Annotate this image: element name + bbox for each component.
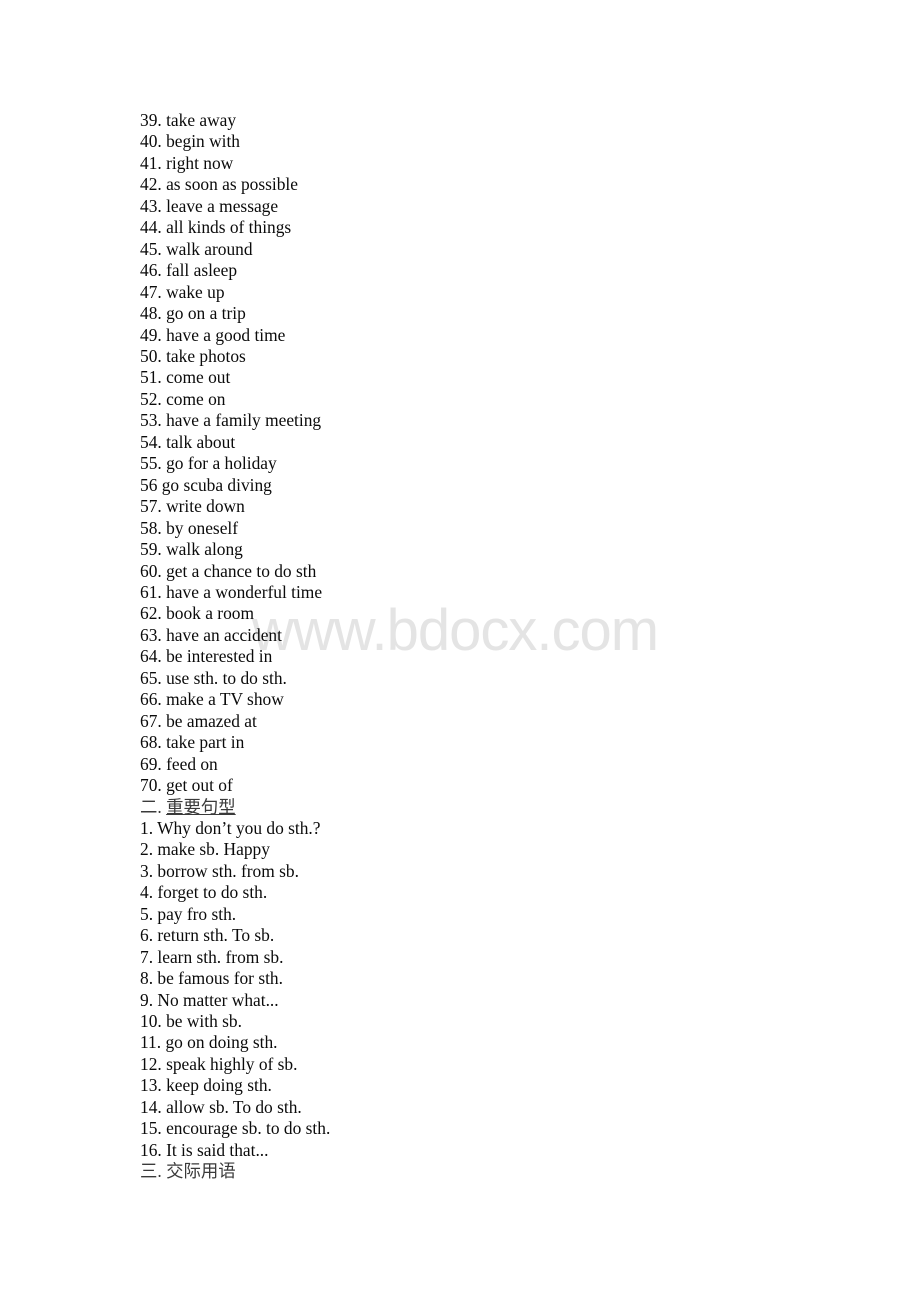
- phrase-list-item: 61. have a wonderful time: [140, 581, 323, 602]
- phrase-list-item: 60. get a chance to do sth: [140, 560, 317, 581]
- phrase-list-item: 69. feed on: [140, 753, 218, 774]
- phrase-list-item: 67. be amazed at: [140, 710, 257, 731]
- phrase-list-item: 70. get out of: [140, 775, 233, 796]
- phrase-list-item: 48. go on a trip: [140, 303, 246, 324]
- phrase-list-item: 64. be interested in: [140, 646, 273, 667]
- phrase-list-item: 56 go scuba diving: [140, 474, 272, 495]
- sentence-pattern-item: 9. No matter what...: [140, 989, 279, 1010]
- sentence-pattern-item: 3. borrow sth. from sb.: [140, 860, 299, 881]
- sentence-pattern-item: 13. keep doing sth.: [140, 1075, 272, 1096]
- phrase-list: 39. take away 40. begin with 41. right now…: [140, 110, 840, 797]
- phrase-list-item: 68. take part in: [140, 732, 245, 753]
- sentence-pattern-item: 12. speak highly of sb.: [140, 1053, 298, 1074]
- section-heading-sentence-patterns: 二. 重要句型: [140, 797, 840, 818]
- heading-number: 三.: [140, 1161, 162, 1182]
- phrase-list-item: 39. take away: [140, 110, 237, 130]
- sentence-pattern-item: 16. It is said that...: [140, 1139, 269, 1160]
- phrase-list-item: 58. by oneself: [140, 517, 239, 538]
- sentence-pattern-item: 7. learn sth. from sb.: [140, 946, 284, 967]
- sentence-pattern-item: 8. be famous for sth.: [140, 968, 283, 989]
- phrase-list-item: 40. begin with: [140, 131, 240, 152]
- sentence-pattern-item: 5. pay fro sth.: [140, 903, 237, 924]
- heading-title: 交际用语: [166, 1161, 236, 1182]
- sentence-pattern-list: 1. Why don’t you do sth.? 2. make sb. Hap…: [140, 818, 840, 1161]
- phrase-list-item: 59. walk along: [140, 539, 243, 560]
- phrase-list-item: 50. take photos: [140, 345, 246, 366]
- sentence-pattern-item: 11. go on doing sth.: [140, 1032, 278, 1053]
- phrase-list-item: 55. go for a holiday: [140, 453, 277, 474]
- section-heading-communication: 三. 交际用语: [140, 1161, 840, 1182]
- sentence-pattern-item: 6. return sth. To sb.: [140, 925, 275, 946]
- phrase-list-item: 52. come on: [140, 388, 226, 409]
- phrase-list-item: 46. fall asleep: [140, 260, 238, 281]
- sentence-pattern-item: 10. be with sb.: [140, 1011, 242, 1032]
- heading-title: 重要句型: [166, 796, 236, 817]
- phrase-list-item: 41. right now: [140, 152, 234, 173]
- phrase-list-item: 51. come out: [140, 367, 231, 388]
- document-body: 39. take away 40. begin with 41. right now…: [140, 110, 840, 1183]
- phrase-list-item: 43. leave a message: [140, 195, 279, 216]
- phrase-list-item: 65. use sth. to do sth.: [140, 667, 287, 688]
- sentence-pattern-item: 1. Why don’t you do sth.?: [140, 817, 321, 838]
- phrase-list-item: 44. all kinds of things: [140, 217, 292, 238]
- heading-number: 二.: [140, 796, 162, 817]
- phrase-list-item: 63. have an accident: [140, 624, 282, 645]
- phrase-list-item: 66. make a TV show: [140, 689, 284, 710]
- phrase-list-item: 62. book a room: [140, 603, 254, 624]
- sentence-pattern-item: 14. allow sb. To do sth.: [140, 1096, 302, 1117]
- phrase-list-item: 54. talk about: [140, 431, 236, 452]
- phrase-list-item: 53. have a family meeting: [140, 410, 322, 431]
- sentence-pattern-item: 2. make sb. Happy: [140, 839, 270, 860]
- phrase-list-item: 42. as soon as possible: [140, 174, 298, 195]
- phrase-list-item: 49. have a good time: [140, 324, 286, 345]
- phrase-list-item: 45. walk around: [140, 238, 253, 259]
- phrase-list-item: 57. write down: [140, 496, 245, 517]
- phrase-list-item: 47. wake up: [140, 281, 225, 302]
- sentence-pattern-item: 15. encourage sb. to do sth.: [140, 1118, 331, 1139]
- sentence-pattern-item: 4. forget to do sth.: [140, 882, 268, 903]
